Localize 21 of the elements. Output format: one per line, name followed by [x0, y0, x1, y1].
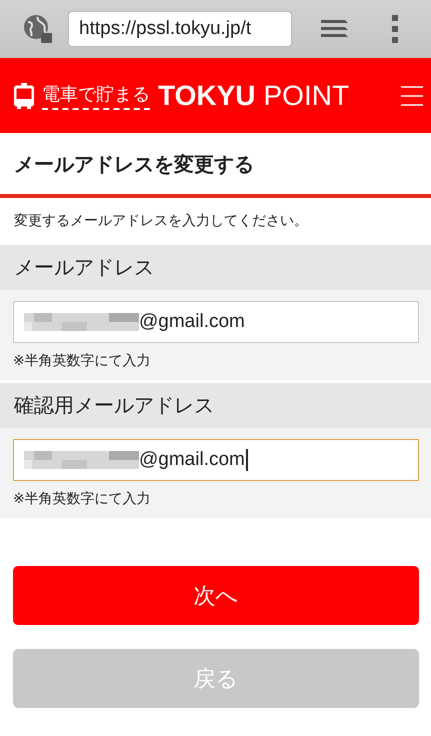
- field-label: 確認用メールアドレス: [0, 383, 431, 428]
- next-button[interactable]: 次へ: [13, 566, 419, 625]
- menu-icon[interactable]: [401, 84, 423, 106]
- email-value: @gmail.com: [139, 449, 245, 471]
- tabs-icon[interactable]: [320, 18, 350, 40]
- more-menu-icon[interactable]: [390, 14, 400, 44]
- email-field[interactable]: @gmail.com: [13, 301, 419, 343]
- text-cursor: [246, 449, 248, 471]
- page-title: メールアドレスを変更する: [0, 133, 431, 198]
- brand-logo-bold: TOKYU: [158, 80, 256, 112]
- url-field[interactable]: https://pssl.tokyu.jp/t: [68, 11, 292, 47]
- brand-logo-light: POINT: [264, 80, 350, 112]
- field-label: メールアドレス: [0, 245, 431, 290]
- email-field[interactable]: @gmail.com: [13, 439, 419, 481]
- tagline: 電車で貯まる: [42, 82, 150, 110]
- globe-icon[interactable]: [22, 13, 54, 45]
- input-note: ※半角英数字にて入力: [13, 352, 152, 370]
- input-note: ※半角英数字にて入力: [13, 490, 152, 508]
- train-icon: [14, 82, 34, 110]
- email-value: @gmail.com: [139, 311, 245, 333]
- instruction-text: 変更するメールアドレスを入力してください。: [13, 212, 309, 231]
